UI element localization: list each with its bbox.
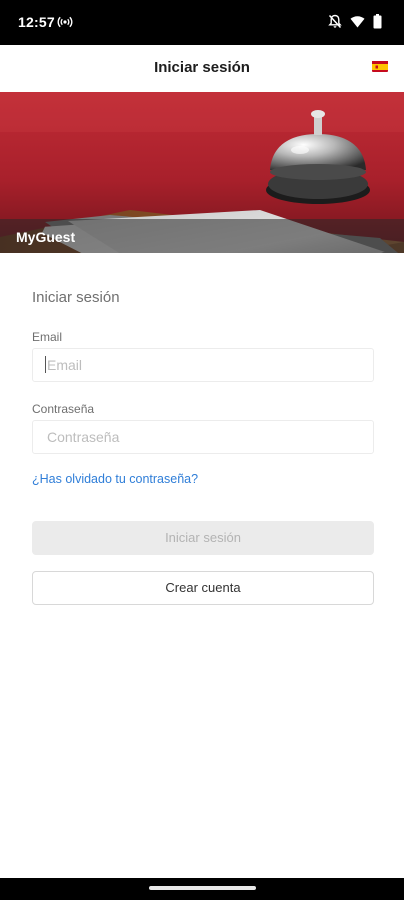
password-field[interactable] [32,420,374,454]
notifications-off-icon [328,14,342,29]
forgot-password-link[interactable]: ¿Has olvidado tu contraseña? [32,472,198,486]
status-bar: 12:57 [0,0,404,45]
login-button[interactable]: Iniciar sesión [32,521,374,555]
status-time: 12:57 [18,14,55,30]
status-icons [328,14,382,29]
page-title: Iniciar sesión [154,59,250,76]
text-cursor [45,356,46,373]
spain-flag-icon[interactable] [372,60,388,72]
battery-icon [373,14,382,29]
app-bar: Iniciar sesión [0,45,404,92]
password-label: Contraseña [32,402,95,416]
email-field[interactable] [32,348,374,382]
form-title: Iniciar sesión [32,289,120,306]
navigation-bar [0,878,404,900]
hero-banner: MyGuest [0,92,404,253]
create-account-button[interactable]: Crear cuenta [32,571,374,605]
home-gesture-handle[interactable] [149,886,256,890]
hero-caption: MyGuest [16,229,76,245]
wifi-icon [350,15,365,28]
email-label: Email [32,330,63,344]
radio-signal-icon [57,15,73,29]
